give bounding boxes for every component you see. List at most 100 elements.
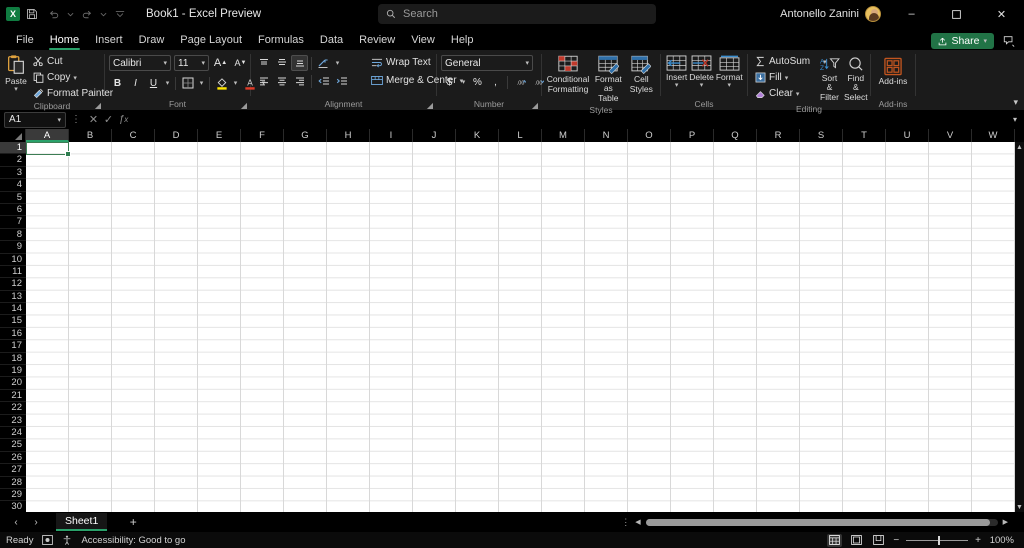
column-header-c[interactable]: C: [112, 129, 155, 142]
accessibility-icon[interactable]: [62, 535, 72, 545]
column-header-j[interactable]: J: [413, 129, 456, 142]
align-center-icon[interactable]: [273, 73, 290, 89]
scroll-right-icon[interactable]: ▶: [1003, 518, 1008, 526]
comments-icon[interactable]: [1000, 33, 1018, 49]
name-box-chevron-down-icon[interactable]: ▾: [57, 116, 61, 124]
name-box[interactable]: A1 ▾: [4, 112, 66, 128]
column-header-r[interactable]: R: [757, 129, 800, 142]
share-button[interactable]: Share ▾: [931, 33, 994, 49]
close-button[interactable]: ✕: [979, 0, 1024, 28]
increase-decimal-icon[interactable]: .00: [511, 74, 528, 90]
column-header-b[interactable]: B: [69, 129, 112, 142]
row-header-20[interactable]: 20: [0, 377, 26, 389]
number-format-select[interactable]: General ▾: [441, 55, 533, 71]
row-header-6[interactable]: 6: [0, 204, 26, 216]
borders-chevron-down-icon[interactable]: ▾: [197, 75, 206, 91]
row-header-10[interactable]: 10: [0, 254, 26, 266]
zoom-out-button[interactable]: −: [893, 535, 899, 546]
row-header-30[interactable]: 30: [0, 501, 26, 512]
comma-format-button[interactable]: ,: [487, 74, 504, 90]
bold-button[interactable]: B: [109, 75, 126, 91]
save-icon[interactable]: [22, 4, 42, 24]
selected-cell-a1[interactable]: [26, 142, 69, 155]
customize-quick-access-icon[interactable]: [110, 4, 130, 24]
percent-format-button[interactable]: %: [469, 74, 486, 90]
increase-font-size-button[interactable]: A▲: [212, 55, 229, 71]
page-layout-view-icon[interactable]: [849, 534, 864, 547]
clear-button[interactable]: Clear ▾: [752, 86, 816, 101]
delete-chevron-down-icon[interactable]: ▾: [700, 83, 704, 89]
row-header-29[interactable]: 29: [0, 489, 26, 501]
horizontal-scrollbar-thumb[interactable]: [646, 519, 990, 526]
sheet-options-icon[interactable]: ⋮: [621, 517, 630, 528]
add-sheet-button[interactable]: +: [121, 513, 145, 531]
insert-function-icon[interactable]: ƒx: [116, 112, 131, 128]
row-header-7[interactable]: 7: [0, 216, 26, 228]
align-right-icon[interactable]: [291, 73, 308, 89]
avatar[interactable]: [865, 6, 881, 22]
paste-chevron-down-icon[interactable]: ▾: [14, 87, 18, 93]
column-header-s[interactable]: S: [800, 129, 843, 142]
column-header-a[interactable]: A: [26, 129, 69, 142]
column-header-q[interactable]: Q: [714, 129, 757, 142]
column-header-g[interactable]: G: [284, 129, 327, 142]
font-size-chevron-down-icon[interactable]: ▾: [198, 59, 205, 67]
format-cells-button[interactable]: Format ▾: [715, 53, 744, 91]
number-dialog-launcher-icon[interactable]: ◢: [532, 101, 538, 110]
vertical-scrollbar[interactable]: ▲ ▼: [1015, 142, 1024, 512]
underline-chevron-down-icon[interactable]: ▾: [163, 75, 172, 91]
row-header-8[interactable]: 8: [0, 229, 26, 241]
font-name-chevron-down-icon[interactable]: ▾: [160, 59, 167, 67]
column-header-d[interactable]: D: [155, 129, 198, 142]
row-header-18[interactable]: 18: [0, 353, 26, 365]
row-header-21[interactable]: 21: [0, 390, 26, 402]
row-header-23[interactable]: 23: [0, 415, 26, 427]
increase-indent-icon[interactable]: [333, 73, 350, 89]
column-header-e[interactable]: E: [198, 129, 241, 142]
copy-button[interactable]: Copy ▾: [30, 70, 116, 85]
row-header-16[interactable]: 16: [0, 328, 26, 340]
fill-color-icon[interactable]: [213, 75, 230, 91]
conditional-formatting-button[interactable]: Conditional Formatting: [546, 53, 590, 96]
tab-file[interactable]: File: [8, 30, 42, 50]
zoom-slider[interactable]: [906, 534, 968, 546]
find-select-button[interactable]: Find & Select: [843, 54, 869, 104]
column-header-o[interactable]: O: [628, 129, 671, 142]
column-header-p[interactable]: P: [671, 129, 714, 142]
sort-filter-button[interactable]: AZ Sort & Filter: [818, 54, 841, 104]
borders-icon[interactable]: [179, 75, 196, 91]
row-header-27[interactable]: 27: [0, 464, 26, 476]
format-painter-button[interactable]: Format Painter: [30, 86, 116, 101]
undo-icon[interactable]: [44, 4, 64, 24]
restore-button[interactable]: [934, 0, 979, 28]
row-header-3[interactable]: 3: [0, 167, 26, 179]
decrease-font-size-button[interactable]: A▼: [232, 55, 249, 71]
row-header-22[interactable]: 22: [0, 402, 26, 414]
tab-formulas[interactable]: Formulas: [250, 30, 312, 50]
cells-area[interactable]: [26, 142, 1015, 512]
decrease-indent-icon[interactable]: [315, 73, 332, 89]
insert-cells-button[interactable]: Insert ▾: [665, 53, 688, 91]
paste-button[interactable]: Paste ▾: [4, 52, 28, 95]
clear-chevron-down-icon[interactable]: ▾: [796, 90, 800, 98]
expand-formula-bar-icon[interactable]: ▾: [1008, 115, 1022, 124]
row-header-14[interactable]: 14: [0, 303, 26, 315]
redo-icon[interactable]: [77, 4, 97, 24]
font-dialog-launcher-icon[interactable]: ◢: [241, 101, 247, 110]
font-size-select[interactable]: 11 ▾: [174, 55, 209, 71]
row-header-12[interactable]: 12: [0, 278, 26, 290]
share-chevron-down-icon[interactable]: ▾: [983, 37, 987, 45]
page-break-view-icon[interactable]: [871, 534, 886, 547]
clipboard-dialog-launcher-icon[interactable]: ◢: [95, 101, 101, 110]
column-header-v[interactable]: V: [929, 129, 972, 142]
tab-home[interactable]: Home: [42, 30, 87, 50]
column-header-t[interactable]: T: [843, 129, 886, 142]
zoom-level-label[interactable]: 100%: [988, 535, 1014, 546]
insert-chevron-down-icon[interactable]: ▾: [675, 83, 679, 89]
cancel-entry-icon[interactable]: ✕: [86, 112, 101, 128]
row-header-11[interactable]: 11: [0, 266, 26, 278]
row-header-25[interactable]: 25: [0, 439, 26, 451]
row-header-13[interactable]: 13: [0, 291, 26, 303]
orientation-chevron-down-icon[interactable]: ▾: [333, 55, 342, 71]
row-header-1[interactable]: 1: [0, 142, 26, 154]
